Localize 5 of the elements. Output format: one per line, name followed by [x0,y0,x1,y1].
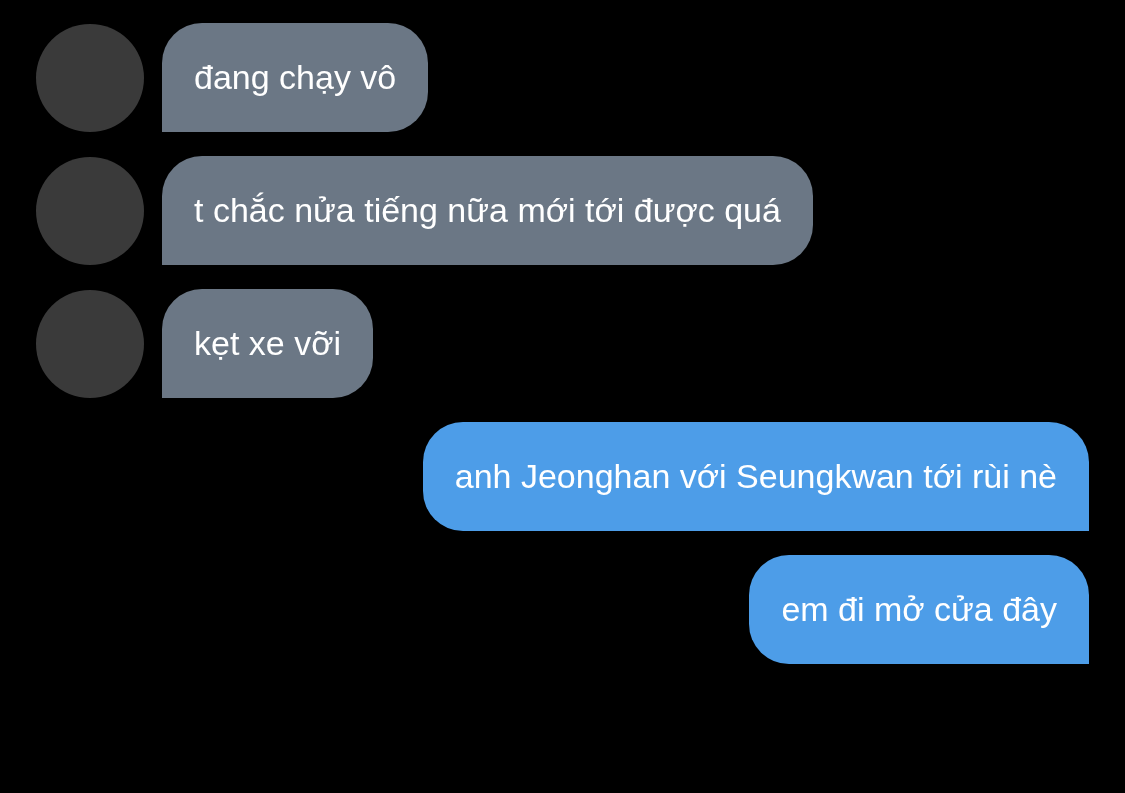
message-bubble: kẹt xe vỡi [162,289,373,398]
message-bubble: em đi mở cửa đây [749,555,1089,664]
message-bubble: anh Jeonghan với Seungkwan tới rùi nè [422,422,1089,531]
message-bubble: t chắc nửa tiếng nữa mới tới được quá [162,156,813,265]
message-bubble: đang chạy vô [162,23,429,132]
